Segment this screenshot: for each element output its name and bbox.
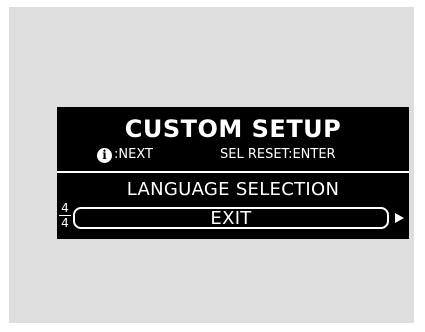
divider	[57, 171, 409, 173]
page-indicator: 4 4	[59, 202, 71, 229]
hint-bar: i :NEXT SEL RESET:ENTER	[57, 146, 409, 164]
menu-item-language-selection[interactable]: LANGUAGE SELECTION	[57, 178, 409, 202]
device-frame: CUSTOM SETUP i :NEXT SEL RESET:ENTER LAN…	[9, 7, 414, 323]
next-hint: i :NEXT	[97, 146, 153, 164]
info-icon: i	[97, 147, 112, 163]
menu-item-exit[interactable]: EXIT	[73, 207, 389, 229]
page-current: 4	[61, 201, 69, 215]
screen-title: CUSTOM SETUP	[124, 115, 342, 143]
right-triangle-arrow-icon	[395, 213, 404, 223]
next-hint-label: :NEXT	[114, 147, 153, 162]
display-screen: CUSTOM SETUP i :NEXT SEL RESET:ENTER LAN…	[57, 107, 409, 239]
reset-hint: SEL RESET:ENTER	[220, 147, 336, 162]
page-total: 4	[61, 216, 69, 230]
